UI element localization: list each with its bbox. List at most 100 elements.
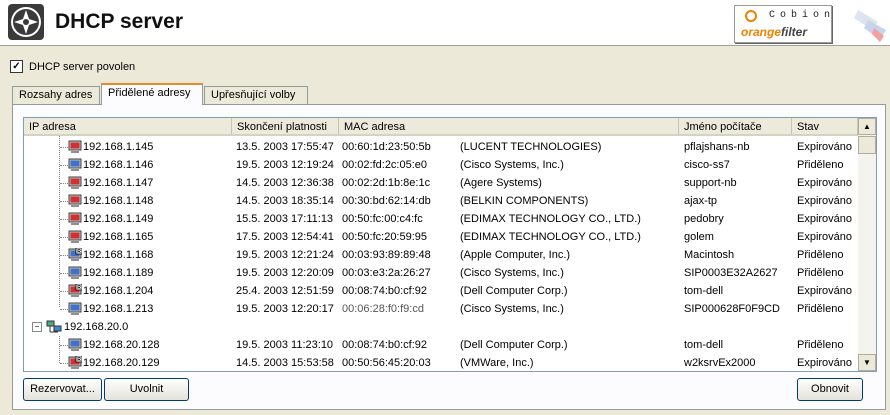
ip-cell: 192.168.1.213 — [83, 303, 154, 315]
mac-cell: 00:02:2d:1b:8e:1c — [342, 177, 431, 189]
vendor-cell: (EDIMAX TECHNOLOGY CO., LTD.) — [460, 231, 641, 243]
hostname-cell: SIP000628F0F9CD — [684, 303, 780, 315]
lease-row[interactable]: 192.168.20.128 19.5. 2003 11:23:10 00:08:7… — [24, 336, 858, 354]
vendor-cell: (EDIMAX TECHNOLOGY CO., LTD.) — [460, 213, 641, 225]
computer-icon — [68, 194, 82, 208]
mac-cell: 00:02:fd:2c:05:e0 — [342, 159, 428, 171]
tree-line — [60, 219, 68, 220]
computer-icon — [68, 176, 82, 190]
lease-row[interactable]: 192.168.1.148 14.5. 2003 18:35:14 00:30:bd… — [24, 192, 858, 210]
status-cell: Přiděleno — [797, 267, 844, 279]
mac-cell: 00:08:74:b0:cf:92 — [342, 285, 428, 297]
lease-row[interactable]: R 192.168.1.168 19.5. 2003 12:21:24 00:03:9… — [24, 246, 858, 264]
tab-advanced[interactable]: Upřesňující volby — [204, 86, 308, 104]
lease-row[interactable]: 192.168.1.189 19.5. 2003 12:20:09 00:03:e3… — [24, 264, 858, 282]
network-icon — [46, 320, 62, 334]
lease-row[interactable]: 192.168.1.146 19.5. 2003 12:19:24 00:02:fd… — [24, 156, 858, 174]
scroll-up-icon[interactable]: ▲ — [858, 118, 876, 135]
ip-cell: 192.168.1.147 — [83, 177, 154, 189]
tree-line — [60, 201, 68, 202]
status-cell: Expirováno — [797, 285, 853, 297]
expiry-cell: 14.5. 2003 15:53:58 — [236, 357, 334, 369]
col-status[interactable]: Stav — [792, 118, 858, 136]
reserved-computer-icon: R — [68, 283, 83, 298]
tab-leases[interactable]: Přidělené adresy — [101, 83, 203, 105]
computer-icon — [68, 158, 82, 172]
ip-cell: 192.168.1.145 — [83, 141, 154, 153]
reserved-computer-icon: R — [68, 355, 83, 370]
cobion-logo: Cobion orangefilter — [734, 5, 832, 43]
svg-text:R: R — [77, 249, 81, 255]
status-cell: Přiděleno — [797, 159, 844, 171]
col-mac[interactable]: MAC adresa — [339, 118, 679, 136]
ip-cell: 192.168.1.148 — [83, 195, 154, 207]
lease-row[interactable]: 192.168.1.165 17.5. 2003 12:54:41 00:50:fc… — [24, 228, 858, 246]
brand-bottom-a: orange — [741, 25, 782, 39]
expiry-cell: 13.5. 2003 17:55:47 — [236, 141, 334, 153]
leases-list[interactable]: IP adresa Skončení platnosti MAC adresa … — [23, 117, 877, 372]
tree-collapse-icon[interactable]: − — [32, 322, 42, 332]
cobion-mark-icon — [745, 10, 757, 22]
vendor-cell: (Dell Computer Corp.) — [460, 339, 568, 351]
ip-cell: 192.168.20.129 — [83, 357, 160, 369]
lease-row[interactable]: R 192.168.1.204 25.4. 2003 12:51:59 00:08:7… — [24, 282, 858, 300]
kerio-logo-icon — [8, 4, 44, 40]
status-cell: Expirováno — [797, 231, 853, 243]
expiry-cell: 19.5. 2003 12:19:24 — [236, 159, 334, 171]
ip-cell: 192.168.1.168 — [83, 249, 154, 261]
tree-line — [60, 309, 68, 310]
refresh-label: Obnovit — [811, 383, 849, 395]
lease-row[interactable]: R 192.168.20.129 14.5. 2003 15:53:58 00:50:… — [24, 354, 858, 371]
ip-cell: 192.168.1.204 — [83, 285, 154, 297]
status-cell: Expirováno — [797, 195, 853, 207]
mac-cell: 00:06:28:f0:f9:cd — [342, 303, 424, 315]
tree-line — [60, 363, 68, 364]
svg-text:R: R — [77, 357, 81, 363]
computer-icon — [68, 140, 82, 154]
corner-decoration-icon — [854, 10, 886, 42]
status-cell: Expirováno — [797, 141, 853, 153]
col-hostname[interactable]: Jméno počítače — [679, 118, 792, 136]
expiry-cell: 19.5. 2003 12:20:09 — [236, 267, 334, 279]
tree-line — [60, 237, 68, 238]
tab-ranges[interactable]: Rozsahy adres — [12, 86, 100, 104]
page-title: DHCP server — [55, 10, 184, 33]
tree-line — [60, 273, 68, 274]
mac-cell: 00:50:56:45:20:03 — [342, 357, 431, 369]
computer-icon — [68, 338, 82, 352]
vendor-cell: (Cisco Systems, Inc.) — [460, 159, 564, 171]
refresh-button[interactable]: Obnovit — [797, 378, 863, 401]
brand-bottom-text: orangefilter — [741, 25, 807, 39]
lease-row[interactable]: 192.168.1.145 13.5. 2003 17:55:47 00:60:1d… — [24, 138, 858, 156]
ip-cell: 192.168.20.128 — [83, 339, 160, 351]
mac-cell: 00:50:fc:20:59:95 — [342, 231, 428, 243]
col-ip[interactable]: IP adresa — [24, 118, 232, 136]
scroll-down-icon[interactable]: ▼ — [858, 354, 876, 371]
scroll-thumb[interactable] — [858, 136, 876, 154]
release-button[interactable]: Uvolnit — [104, 378, 189, 401]
network-group-row[interactable]: − 192.168.20.0 — [24, 318, 858, 336]
hostname-cell: cisco-ss7 — [684, 159, 730, 171]
hostname-cell: w2ksrvEx2000 — [684, 357, 756, 369]
svg-text:R: R — [77, 285, 81, 291]
status-cell: Expirováno — [797, 213, 853, 225]
tree-line — [60, 345, 68, 346]
dhcp-enable-row[interactable]: ✓ DHCP server povolen — [10, 60, 135, 73]
lease-row[interactable]: 192.168.1.147 14.5. 2003 12:36:38 00:02:2d… — [24, 174, 858, 192]
lease-row[interactable]: 192.168.1.213 19.5. 2003 12:20:17 00:06:28… — [24, 300, 858, 318]
network-label: 192.168.20.0 — [64, 321, 129, 333]
hostname-cell: tom-dell — [684, 285, 724, 297]
col-expiry[interactable]: Skončení platnosti — [232, 118, 339, 136]
dhcp-enable-checkbox[interactable]: ✓ — [10, 60, 23, 73]
hostname-cell: pedobry — [684, 213, 724, 225]
expiry-cell: 19.5. 2003 11:23:10 — [236, 339, 334, 351]
vendor-cell: (Agere Systems) — [460, 177, 542, 189]
mac-cell: 00:50:fc:00:c4:fc — [342, 213, 423, 225]
reserve-button[interactable]: Rezervovat... — [23, 378, 102, 401]
hostname-cell: ajax-tp — [684, 195, 718, 207]
mac-cell: 00:08:74:b0:cf:92 — [342, 339, 428, 351]
vertical-scrollbar[interactable]: ▲ ▼ — [858, 118, 876, 371]
expiry-cell: 14.5. 2003 18:35:14 — [236, 195, 334, 207]
hostname-cell: golem — [684, 231, 714, 243]
lease-row[interactable]: 192.168.1.149 15.5. 2003 17:11:13 00:50:fc… — [24, 210, 858, 228]
